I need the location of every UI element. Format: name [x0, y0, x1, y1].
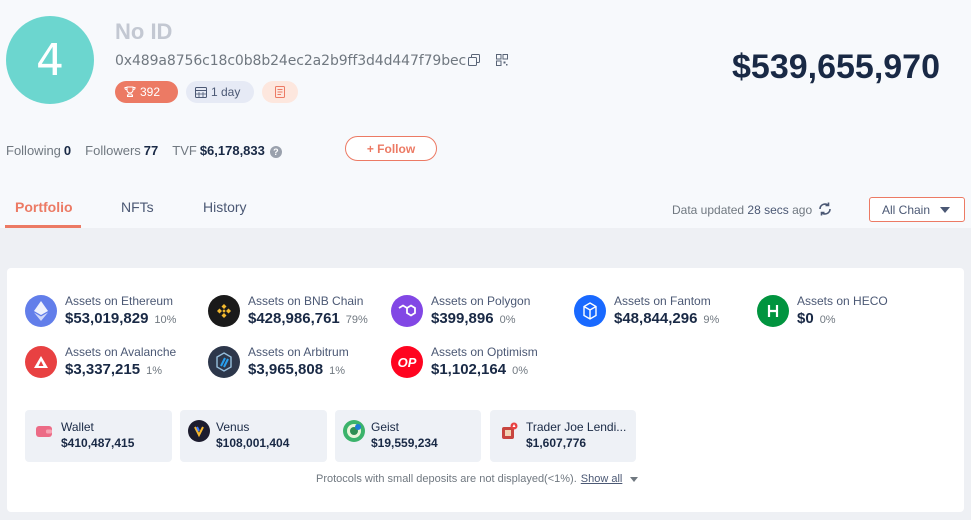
- protocol-card-geist[interactable]: Geist $19,559,234: [335, 410, 481, 462]
- calendar-icon: [195, 87, 207, 98]
- tab-nfts[interactable]: NFTs: [121, 199, 154, 215]
- chain-filter-value: All Chain: [882, 202, 931, 217]
- fantom-icon: [574, 295, 606, 327]
- total-value: $539,655,970: [732, 48, 940, 86]
- show-all-link[interactable]: Show all: [581, 473, 623, 485]
- venus-icon: [188, 420, 210, 442]
- polygon-icon: [391, 295, 423, 327]
- note-icon: [275, 86, 285, 98]
- chain-item-ethereum[interactable]: Assets on Ethereum $53,019,829 10%: [25, 294, 176, 330]
- refresh-icon[interactable]: [817, 201, 833, 217]
- chain-item-avalanche[interactable]: Assets on Avalanche $3,337,215 1%: [25, 345, 176, 381]
- optimism-icon: OP: [391, 346, 423, 378]
- follow-button[interactable]: + Follow: [345, 136, 437, 161]
- traderjoe-icon: [498, 420, 520, 442]
- wallet-icon: [33, 420, 55, 442]
- profile-header: 4 No ID 0x489a8756c18c0b8b24ec2a2b9ff3d4…: [0, 0, 971, 228]
- geist-icon: [343, 420, 365, 442]
- protocol-card-venus[interactable]: Venus $108,001,404: [180, 410, 327, 462]
- small-deposits-note: Protocols with small deposits are not di…: [316, 473, 639, 485]
- period-value: 1 day: [211, 85, 241, 99]
- chain-item-polygon[interactable]: Assets on Polygon $399,896 0%: [391, 294, 530, 330]
- help-icon[interactable]: ?: [269, 146, 282, 158]
- heco-icon: [757, 295, 789, 327]
- bnb-icon: [208, 295, 240, 327]
- trophy-icon: [124, 86, 136, 97]
- chevron-down-icon: [940, 206, 951, 213]
- tab-history[interactable]: History: [203, 199, 247, 215]
- chain-item-fantom[interactable]: Assets on Fantom $48,844,296 9%: [574, 294, 719, 330]
- tab-portfolio[interactable]: Portfolio: [15, 199, 73, 215]
- chevron-down-icon[interactable]: [630, 476, 639, 482]
- followers-stat[interactable]: Followers 77: [85, 143, 158, 158]
- qrcode-icon[interactable]: [493, 51, 511, 69]
- data-updated-status: Data updated 28 secs ago: [672, 203, 813, 217]
- wallet-address: 0x489a8756c18c0b8b24ec2a2b9ff3d4d447f79b…: [115, 53, 467, 69]
- social-stats: Following 0 Followers 77 TVF $6,178,833?: [6, 143, 282, 158]
- active-tab-indicator: [5, 225, 81, 228]
- chain-item-bnb[interactable]: Assets on BNB Chain $428,986,761 79%: [208, 294, 368, 330]
- following-stat[interactable]: Following 0: [6, 143, 71, 158]
- chain-item-optimism[interactable]: OP Assets on Optimism $1,102,164 0%: [391, 345, 538, 381]
- period-badge[interactable]: 1 day: [186, 81, 254, 103]
- tvf-stat: TVF $6,178,833?: [172, 143, 282, 158]
- chain-item-heco[interactable]: Assets on HECO $0 0%: [757, 294, 888, 330]
- profile-name: No ID: [115, 19, 173, 44]
- note-badge[interactable]: [262, 81, 298, 103]
- protocol-card-traderjoe[interactable]: Trader Joe Lendi... $1,607,776: [490, 410, 636, 462]
- chain-filter-select[interactable]: All Chain: [869, 197, 965, 222]
- arbitrum-icon: [208, 346, 240, 378]
- ethereum-icon: [25, 295, 57, 327]
- protocol-card-wallet[interactable]: Wallet $410,487,415: [25, 410, 172, 462]
- avatar: 4: [6, 16, 94, 104]
- chain-item-arbitrum[interactable]: Assets on Arbitrum $3,965,808 1%: [208, 345, 349, 381]
- copy-icon[interactable]: [465, 51, 483, 69]
- rank-badge[interactable]: 392: [115, 81, 178, 103]
- rank-value: 392: [140, 85, 161, 99]
- avalanche-icon: [25, 346, 57, 378]
